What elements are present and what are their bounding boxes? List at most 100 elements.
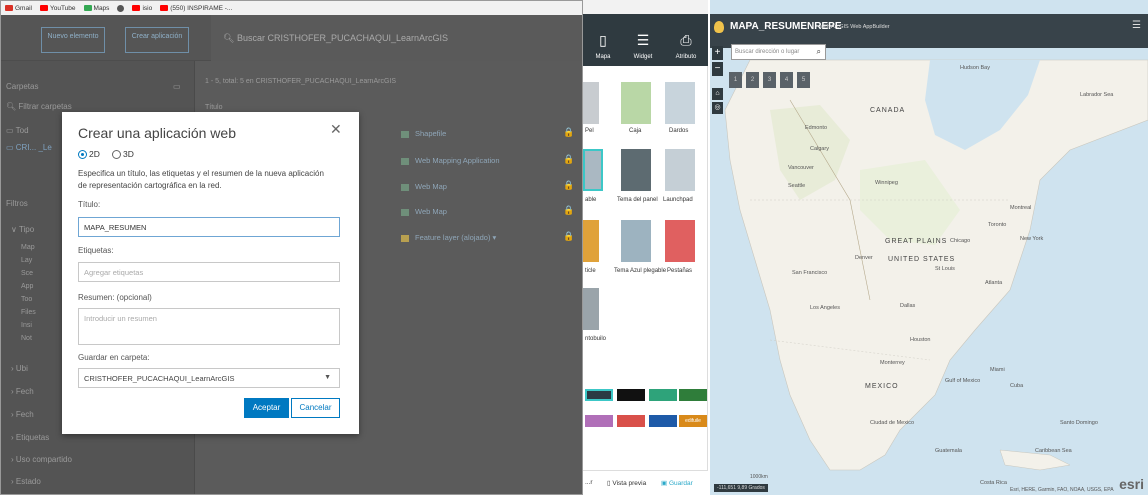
radio-3d[interactable]: 3D (112, 149, 134, 159)
zoom-out-button[interactable]: − (712, 62, 723, 76)
bookmark-maps[interactable]: Maps (83, 5, 109, 12)
bookmark-isio[interactable]: isio (132, 5, 152, 12)
bookmark-generic[interactable] (117, 4, 125, 12)
summary-label: Resumen: (opcional) (78, 293, 152, 302)
create-app-button[interactable]: Crear aplicación (125, 27, 189, 53)
type-item[interactable]: Sce (21, 270, 33, 277)
filter-section[interactable]: › Etiquetas (11, 433, 49, 442)
color-swatch[interactable] (679, 389, 707, 401)
home-icon[interactable]: ⌂ (712, 88, 723, 100)
screenshot-root: Gmail YouTube Maps isio (550) INSPIRAME … (0, 0, 1148, 495)
color-swatch[interactable] (617, 415, 645, 427)
feature-layer-icon (401, 234, 409, 242)
color-swatch[interactable] (649, 415, 677, 427)
accept-button[interactable]: Aceptar (244, 398, 289, 418)
zoom-in-button[interactable]: + (712, 46, 723, 60)
folder-select[interactable]: CRISTHOFER_PUCACHAQUI_LearnArcGIS ▼ (78, 368, 340, 388)
tab-map[interactable]: ▯ Mapa (583, 32, 623, 60)
map-search-input[interactable]: Buscar dirección o lugar ⌕ (731, 44, 826, 60)
table-row[interactable]: Shapefile (401, 129, 446, 138)
page-button[interactable]: 4 (780, 72, 793, 88)
filter-folders-input[interactable]: 🔍︎ Filtrar carpetas (6, 102, 72, 111)
save-button[interactable]: ▣ Guardar (661, 479, 693, 487)
map-label-great-plains: GREAT PLAINS (885, 238, 948, 245)
filter-section[interactable]: › Uso compartido (11, 455, 72, 464)
theme-thumb[interactable] (583, 82, 599, 124)
theme-label: Pestañas (667, 268, 693, 274)
type-item[interactable]: App (21, 283, 33, 290)
title-column-header[interactable]: Título (205, 104, 223, 111)
preview-button[interactable]: ▯ Vista previa (607, 479, 646, 487)
theme-thumb[interactable] (621, 220, 651, 262)
map-label: Monterrey (880, 360, 905, 366)
table-row[interactable]: Web Map (401, 182, 447, 191)
table-row[interactable]: Web Map (401, 207, 447, 216)
bookmark-gmail[interactable]: Gmail (5, 5, 32, 12)
cancel-button[interactable]: Cancelar (291, 398, 340, 418)
web-app-icon (401, 157, 409, 165)
close-icon[interactable]: ✕ (330, 121, 342, 138)
page-button[interactable]: 3 (763, 72, 776, 88)
summary-textarea[interactable] (78, 308, 340, 345)
map-label: Gulf of Mexico (945, 378, 981, 384)
theme-thumb-selected[interactable] (583, 149, 603, 191)
scale-bar: 1000km (750, 474, 768, 480)
theme-label: Dardos (669, 128, 689, 134)
title-input[interactable] (78, 217, 340, 237)
lock-icon: 🔒 (563, 127, 575, 137)
new-item-button[interactable]: Nuevo elemento (41, 27, 105, 53)
color-swatch[interactable] (617, 389, 645, 401)
color-swatch[interactable] (585, 415, 613, 427)
filter-section[interactable]: › Fech (11, 410, 34, 419)
type-item[interactable]: Files (21, 309, 36, 316)
content-search-input[interactable]: 🔍︎ Buscar CRISTHOFER_PUCACHAQUI_LearnArc… (211, 15, 582, 61)
theme-thumb[interactable] (665, 149, 695, 191)
theme-label: able (585, 197, 597, 203)
table-row[interactable]: Web Mapping Application (401, 156, 500, 165)
theme-label: Tema Azul plegable (614, 268, 667, 274)
folder-all[interactable]: ▭ Tod (6, 126, 29, 135)
filter-section[interactable]: › Fech (11, 387, 34, 396)
type-item[interactable]: Insi (21, 322, 32, 329)
filter-section[interactable]: › Ubi (11, 364, 28, 373)
page-button[interactable]: 5 (797, 72, 810, 88)
theme-label: Tema del panel (617, 197, 658, 203)
theme-thumb[interactable] (583, 288, 599, 330)
color-swatch-custom[interactable]: edifuile (679, 415, 707, 427)
tags-input[interactable] (78, 262, 340, 282)
map-view[interactable]: MAPA_RESUMENREPE with ArcGIS Web AppBuil… (710, 0, 1148, 495)
theme-thumb[interactable] (621, 82, 651, 124)
bookmark-inspirame[interactable]: (550) INSPIRAME -... (160, 5, 232, 12)
tab-attribute[interactable]: ⎙ Atributo (666, 32, 706, 60)
theme-thumb[interactable] (621, 149, 651, 191)
color-swatch[interactable] (649, 389, 677, 401)
table-row[interactable]: Feature layer (alojado) ▾ (401, 233, 496, 242)
theme-thumb[interactable] (583, 220, 599, 262)
type-item[interactable]: Map (21, 244, 35, 251)
builder-footer: ...r ▯ Vista previa ▣ Guardar (583, 470, 708, 495)
builder-tabs: ▯ Mapa ☰ Widget ⎙ Atributo (583, 14, 708, 66)
page-button[interactable]: 2 (746, 72, 759, 88)
filter-section[interactable]: › Estado (11, 477, 41, 486)
color-swatch-selected[interactable] (585, 389, 613, 401)
folder-user[interactable]: ▭ CRI... _Le (6, 143, 52, 152)
map-label: Santo Domingo (1060, 420, 1098, 426)
tab-widget[interactable]: ☰ Widget (623, 32, 663, 60)
theme-thumb[interactable] (665, 220, 695, 262)
bookmark-youtube[interactable]: YouTube (39, 5, 76, 12)
locate-icon[interactable]: ◎ (712, 102, 723, 114)
menu-icon[interactable]: ☰ (1132, 20, 1141, 31)
type-item[interactable]: Lay (21, 257, 32, 264)
filter-type-toggle[interactable]: ∨ Tipo (11, 225, 34, 234)
chevron-down-icon: ▼ (324, 374, 331, 381)
theme-thumb[interactable] (665, 82, 695, 124)
attribute-icon: ⎙ (680, 32, 692, 48)
map-label: Winnipeg (875, 180, 898, 186)
map-label: San Francisco (792, 270, 828, 276)
radio-2d[interactable]: 2D (78, 149, 100, 159)
type-item[interactable]: Too (21, 296, 32, 303)
new-folder-icon[interactable]: ▭ (173, 82, 181, 91)
type-item[interactable]: Not (21, 335, 32, 342)
app-logo-icon (714, 21, 724, 33)
page-button[interactable]: 1 (729, 72, 742, 88)
